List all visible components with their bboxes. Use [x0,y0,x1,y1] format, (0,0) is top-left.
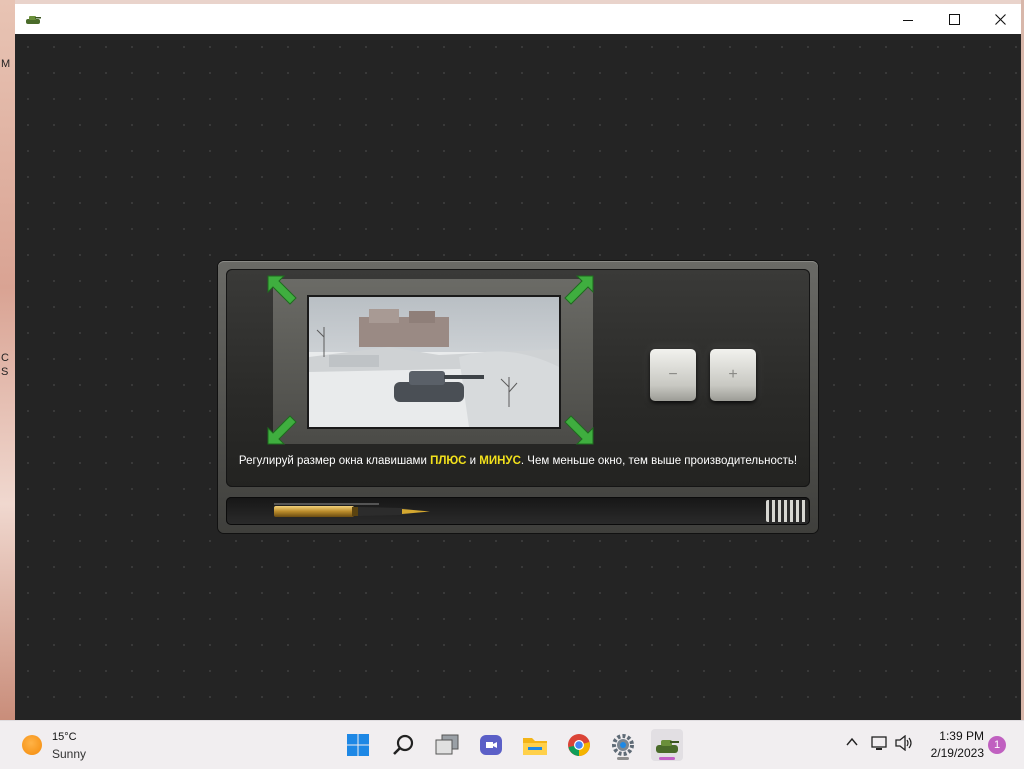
chrome-button[interactable] [563,729,595,761]
weather-condition[interactable]: Sunny [52,747,86,761]
network-icon [871,736,887,750]
windows-start-icon [347,734,369,756]
resize-hint-panel: − + Регулируй размер окна клавишами ПЛЮС… [218,261,818,533]
settings-button[interactable] [607,729,639,761]
minimize-icon [903,19,913,21]
search-button[interactable] [387,729,419,761]
running-indicator [617,757,629,760]
desktop-icon-label: S [1,366,9,378]
arrow-bottom-right-icon [564,415,594,445]
arrow-bottom-left-icon [267,415,297,445]
active-indicator [659,757,675,760]
clock-time[interactable]: 1:39 PM [928,729,984,743]
tank-game-button[interactable] [651,729,683,761]
winter-tank-scene [309,297,559,427]
tank-game-icon [656,740,679,753]
task-view-button[interactable] [431,729,463,761]
taskbar: 15°C Sunny 1:39 PM 2/19/2023 1 [0,720,1024,769]
close-icon [994,13,1006,25]
desktop-background-left: M C S [0,0,15,720]
task-view-icon [435,734,459,755]
desktop-icon-label: M [1,58,11,70]
minimize-button[interactable] [885,4,931,34]
minus-key-button[interactable]: − [650,349,696,401]
weather-temperature[interactable]: 15°C [52,731,77,743]
maximize-button[interactable] [931,4,977,34]
hint-text-and: и [466,455,480,467]
clock-date[interactable]: 2/19/2023 [920,746,984,760]
file-explorer-button[interactable] [519,729,551,761]
bullet-progress-icon [274,503,430,517]
hint-plus-highlight: ПЛЮС [430,455,467,467]
tank-app-icon [26,16,41,24]
hint-text-part1: Регулируй размер окна клавишами [238,455,431,467]
chat-button[interactable] [475,729,507,761]
search-icon [393,734,414,755]
notification-badge[interactable]: 1 [988,736,1006,754]
network-button[interactable] [871,735,889,754]
folder-icon [523,738,547,755]
maximize-icon [948,13,960,25]
arrow-top-right-icon [564,275,594,305]
gear-icon [612,734,634,756]
arrow-top-left-icon [267,275,297,305]
plus-key-button[interactable]: + [710,349,756,401]
progress-end-cap [766,500,808,522]
chat-icon [480,735,502,755]
speaker-icon [895,734,912,752]
chrome-icon [568,734,590,756]
start-button[interactable] [342,729,374,761]
hint-text-part2: . Чем меньше окно, тем выше производител… [520,455,798,467]
panel-inner: − + Регулируй размер окна клавишами ПЛЮС… [226,269,810,487]
loading-progress-bar [226,497,810,525]
show-hidden-icons-button[interactable] [845,735,859,752]
game-launcher-window: − + Регулируй размер окна клавишами ПЛЮС… [15,4,1021,720]
chevron-up-icon [846,737,858,746]
desktop-icon-label: C [1,352,9,364]
resize-hint-text: Регулируй размер окна клавишами ПЛЮС и М… [226,455,810,467]
sun-icon[interactable] [22,735,42,755]
title-bar[interactable] [15,4,1021,34]
hint-minus-highlight: МИНУС [479,455,521,467]
game-preview-image [307,295,561,429]
volume-button[interactable] [895,734,913,754]
close-button[interactable] [977,4,1023,34]
launcher-background: − + Регулируй размер окна клавишами ПЛЮС… [15,34,1021,720]
preview-frame [273,279,593,444]
